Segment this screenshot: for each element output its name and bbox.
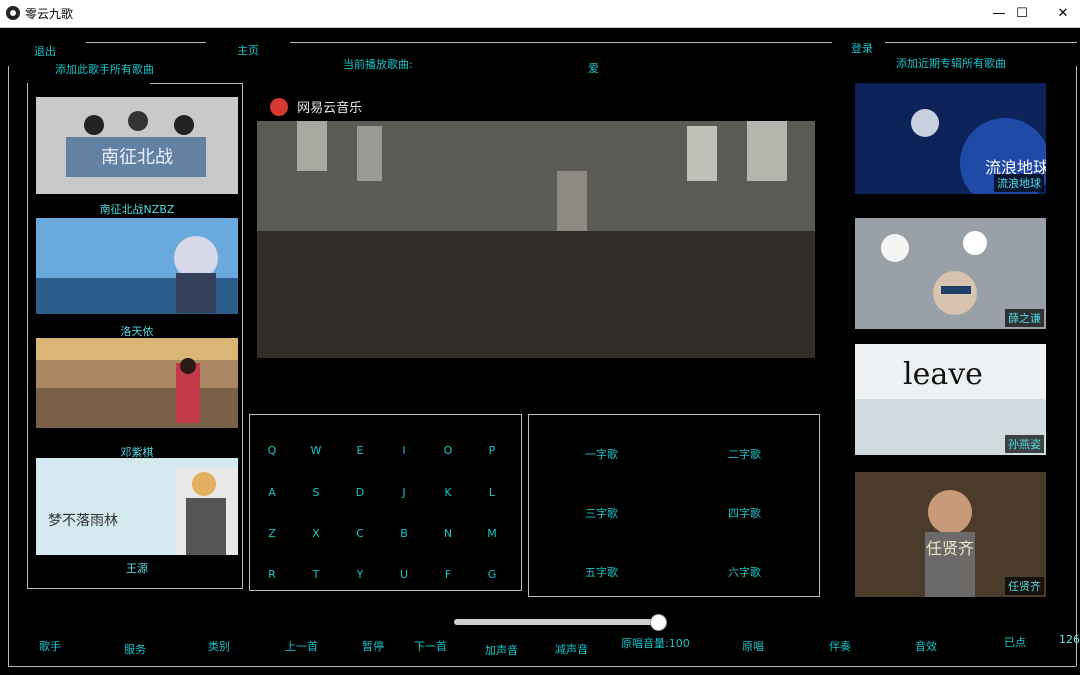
window-title: 零云九歌 xyxy=(25,7,74,21)
video-frame xyxy=(257,121,815,358)
service-button[interactable]: 服务 xyxy=(124,641,146,657)
group-5-char[interactable]: 五字歌 xyxy=(585,564,618,580)
artist-art: 梦不落雨林 xyxy=(36,458,238,555)
effect-button[interactable]: 音效 xyxy=(915,638,937,654)
now-playing-label: 当前播放歌曲: xyxy=(343,58,413,71)
key-t[interactable]: T xyxy=(306,568,326,581)
netease-icon xyxy=(270,97,288,116)
artist-name-3[interactable]: 王源 xyxy=(36,560,238,576)
key-m[interactable]: M xyxy=(482,527,502,540)
prev-button[interactable]: 上一首 xyxy=(285,638,318,654)
key-k[interactable]: K xyxy=(438,486,458,499)
group-2-char[interactable]: 二字歌 xyxy=(728,446,761,462)
album-thumbnail-0[interactable]: 流浪地球 流浪地球 xyxy=(855,83,1046,194)
album-name-3: 任贤齐 xyxy=(1005,577,1044,595)
album-art-text: leave xyxy=(903,357,983,392)
volume-down-button[interactable]: 减声音 xyxy=(555,641,588,657)
divider xyxy=(290,42,832,43)
keyboard-panel xyxy=(249,414,522,591)
divider xyxy=(86,42,206,43)
artist-name-1[interactable]: 洛天依 xyxy=(36,323,238,339)
video-player[interactable] xyxy=(257,121,815,358)
key-w[interactable]: W xyxy=(306,444,326,457)
group-3-char[interactable]: 三字歌 xyxy=(585,505,618,521)
login-button[interactable]: 登录 xyxy=(851,40,873,56)
category-button[interactable]: 类别 xyxy=(208,638,230,654)
key-f[interactable]: F xyxy=(438,568,458,581)
group-6-char[interactable]: 六字歌 xyxy=(728,564,761,580)
key-i[interactable]: I xyxy=(394,444,414,457)
key-x[interactable]: X xyxy=(306,527,326,540)
frame-right xyxy=(1076,66,1077,666)
album-name-0: 流浪地球 xyxy=(994,174,1044,192)
maximize-button[interactable]: ☐ xyxy=(999,0,1045,27)
title-bar: 零云九歌 — ☐ ✕ xyxy=(0,0,1080,28)
pause-button[interactable]: 暂停 xyxy=(362,638,384,654)
key-b[interactable]: B xyxy=(394,527,414,540)
key-c[interactable]: C xyxy=(350,527,370,540)
divider xyxy=(150,83,242,84)
accompany-button[interactable]: 伴奏 xyxy=(829,638,851,654)
key-p[interactable]: P xyxy=(482,444,502,457)
album-art-text: 任贤齐 xyxy=(926,539,974,558)
artist-thumbnail-gem[interactable] xyxy=(36,338,238,428)
artist-thumbnail-luotianyi[interactable] xyxy=(36,218,238,314)
artist-art: 南征北战 xyxy=(36,97,238,194)
artist-art-text: 梦不落雨林 xyxy=(48,513,118,529)
add-artist-songs-button[interactable]: 添加此歌手所有歌曲 xyxy=(55,61,154,77)
artist-art xyxy=(36,218,238,314)
key-y[interactable]: Y xyxy=(350,568,370,581)
key-z[interactable]: Z xyxy=(262,527,282,540)
album-thumbnail-2[interactable]: leave 孙燕姿 xyxy=(855,344,1046,455)
group-1-char[interactable]: 一字歌 xyxy=(585,446,618,462)
album-thumbnail-1[interactable]: 薛之谦 xyxy=(855,218,1046,329)
album-name-2: 孙燕姿 xyxy=(1005,435,1044,453)
exit-button[interactable]: 退出 xyxy=(34,43,56,59)
home-button[interactable]: 主页 xyxy=(237,42,259,58)
now-playing-value: 爱 xyxy=(588,62,599,75)
key-r[interactable]: R xyxy=(262,568,282,581)
add-album-songs-button[interactable]: 添加近期专辑所有歌曲 xyxy=(896,55,1006,71)
netease-logo: 网易云音乐 xyxy=(270,96,362,116)
key-n[interactable]: N xyxy=(438,527,458,540)
album-thumbnail-3[interactable]: 任贤齐 任贤齐 xyxy=(855,472,1046,597)
key-e[interactable]: E xyxy=(350,444,370,457)
divider xyxy=(885,42,1077,43)
selected-songs-button[interactable]: 已点 xyxy=(1004,634,1026,650)
length-panel xyxy=(528,414,820,597)
key-a[interactable]: A xyxy=(262,486,282,499)
key-g[interactable]: G xyxy=(482,568,502,581)
key-l[interactable]: L xyxy=(482,486,502,499)
key-u[interactable]: U xyxy=(394,568,414,581)
key-d[interactable]: D xyxy=(350,486,370,499)
frame-left xyxy=(8,66,9,666)
app-logo-icon xyxy=(6,6,20,20)
key-q[interactable]: Q xyxy=(262,444,282,457)
selected-count: 126 xyxy=(1059,633,1080,646)
artist-thumbnail-wangyuan[interactable]: 梦不落雨林 xyxy=(36,458,238,555)
netease-logo-text: 网易云音乐 xyxy=(297,101,363,116)
key-s[interactable]: S xyxy=(306,486,326,499)
key-o[interactable]: O xyxy=(438,444,458,457)
group-4-char[interactable]: 四字歌 xyxy=(728,505,761,521)
volume-up-button[interactable]: 加声音 xyxy=(485,642,518,658)
volume-slider-knob[interactable] xyxy=(650,614,667,631)
album-name-1: 薛之谦 xyxy=(1005,309,1044,327)
singer-button[interactable]: 歌手 xyxy=(39,638,61,654)
artist-art xyxy=(36,338,238,428)
frame-bottom xyxy=(8,666,1076,667)
original-volume-label: 原唱音量:100 xyxy=(621,637,690,650)
close-button[interactable]: ✕ xyxy=(1040,0,1080,27)
next-button[interactable]: 下一首 xyxy=(414,638,447,654)
artist-thumbnail-nzbz[interactable]: 南征北战 xyxy=(36,97,238,194)
volume-slider-track[interactable] xyxy=(454,619,658,625)
key-j[interactable]: J xyxy=(394,486,414,499)
artist-name-0[interactable]: 南征北战NZBZ xyxy=(36,201,238,217)
original-button[interactable]: 原唱 xyxy=(742,638,764,654)
artist-art-text: 南征北战 xyxy=(101,147,173,168)
